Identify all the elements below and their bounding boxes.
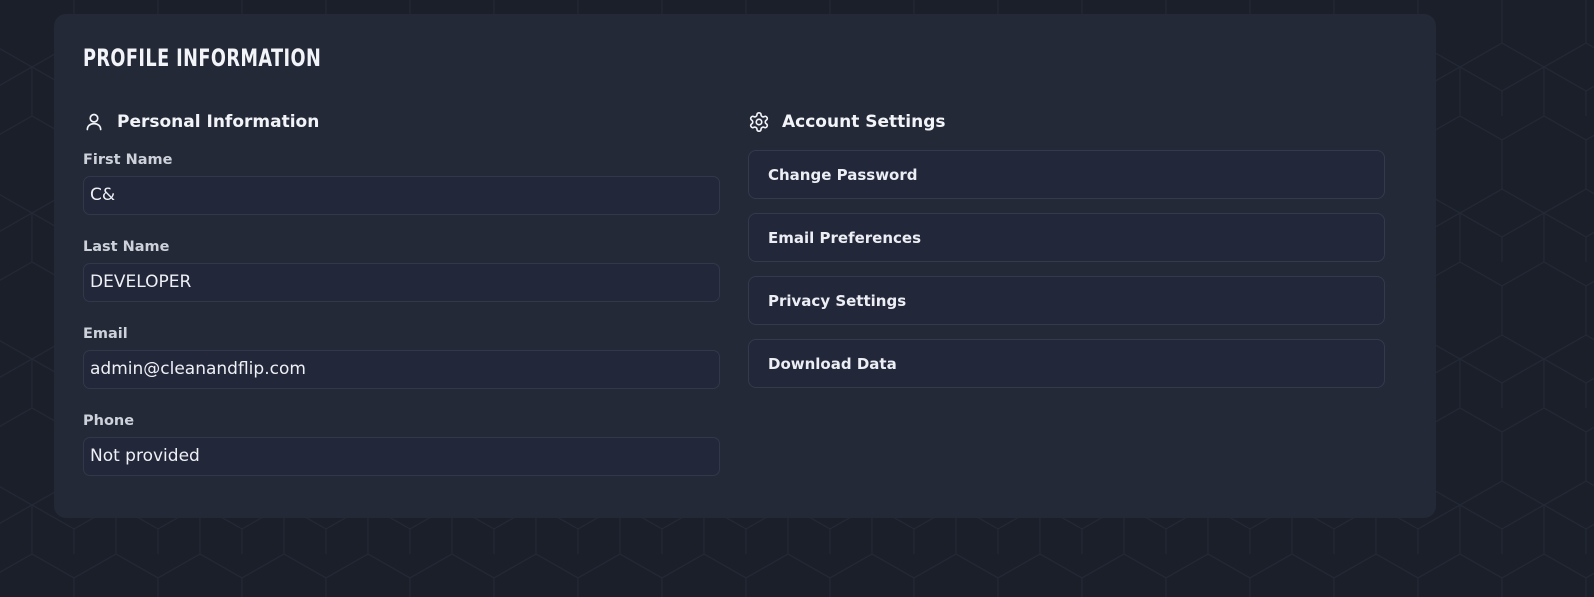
privacy-settings-button[interactable]: Privacy Settings	[748, 276, 1385, 325]
email-field[interactable]: admin@cleanandflip.com	[83, 350, 720, 389]
last-name-field[interactable]: DEVELOPER	[83, 263, 720, 302]
email-preferences-button[interactable]: Email Preferences	[748, 213, 1385, 262]
account-settings-header: Account Settings	[748, 110, 1385, 134]
download-data-button[interactable]: Download Data	[748, 339, 1385, 388]
account-settings-section: Account Settings Change Password Email P…	[748, 110, 1385, 402]
email-label: Email	[83, 326, 128, 342]
gear-icon	[748, 111, 770, 133]
account-settings-title: Account Settings	[782, 112, 946, 132]
last-name-label: Last Name	[83, 239, 170, 255]
personal-information-section: Personal Information First Name C& Last …	[83, 110, 720, 476]
personal-information-header: Personal Information	[83, 110, 720, 134]
personal-information-title: Personal Information	[117, 112, 320, 132]
phone-label: Phone	[83, 413, 135, 429]
profile-information-card: PROFILE INFORMATION Personal Information…	[54, 14, 1436, 518]
first-name-field[interactable]: C&	[83, 176, 720, 215]
user-icon	[83, 111, 105, 133]
phone-field[interactable]: Not provided	[83, 437, 720, 476]
change-password-button[interactable]: Change Password	[748, 150, 1385, 199]
first-name-label: First Name	[83, 152, 173, 168]
card-title: PROFILE INFORMATION	[83, 44, 322, 72]
